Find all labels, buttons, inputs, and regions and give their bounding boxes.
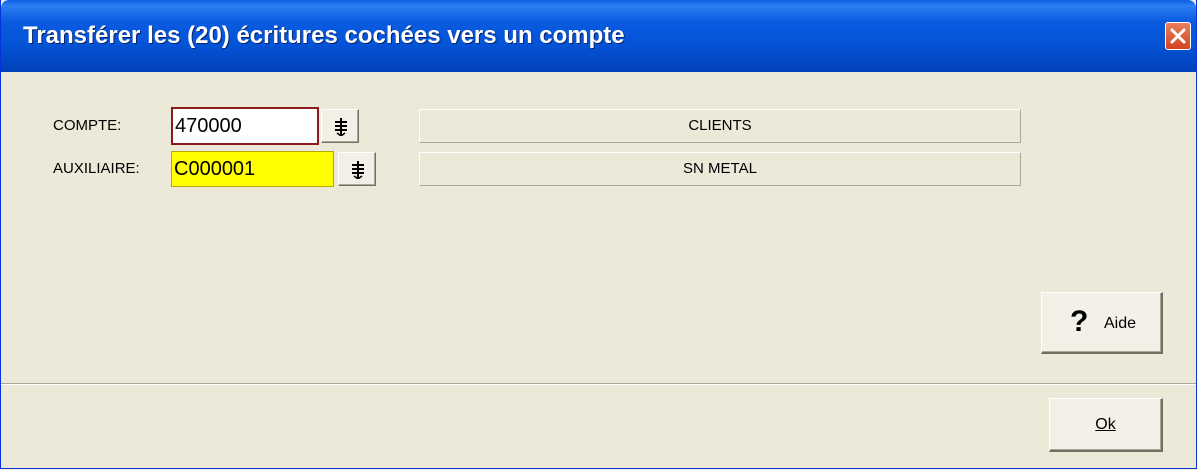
compte-lookup-button[interactable] (321, 109, 359, 143)
separator (1, 383, 1196, 385)
close-icon (1170, 28, 1186, 44)
compte-input[interactable]: 470000 (171, 107, 319, 145)
auxiliaire-lookup-button[interactable] (338, 152, 376, 186)
dialog-window: Transférer les (20) écritures cochées ve… (0, 0, 1197, 469)
help-icon: ? (1070, 305, 1089, 338)
auxiliaire-name-display: SN METAL (419, 152, 1021, 186)
list-lookup-icon (352, 161, 364, 179)
ok-label-text: Ok (1095, 416, 1116, 433)
aide-button[interactable]: ? Aide (1041, 292, 1163, 354)
auxiliaire-input[interactable]: C000001 (171, 151, 334, 187)
ok-label: Ok (1050, 415, 1161, 435)
ok-button[interactable]: Ok (1049, 398, 1163, 452)
auxiliaire-label: AUXILIAIRE: (53, 160, 140, 177)
list-lookup-icon (335, 118, 347, 136)
close-button[interactable] (1165, 22, 1191, 50)
window-title: Transférer les (20) écritures cochées ve… (23, 22, 625, 49)
aide-label: Aide (1104, 315, 1137, 332)
compte-label: COMPTE: (53, 117, 122, 134)
compte-name-display: CLIENTS (419, 109, 1021, 143)
title-bar[interactable]: Transférer les (20) écritures cochées ve… (1, 0, 1196, 72)
